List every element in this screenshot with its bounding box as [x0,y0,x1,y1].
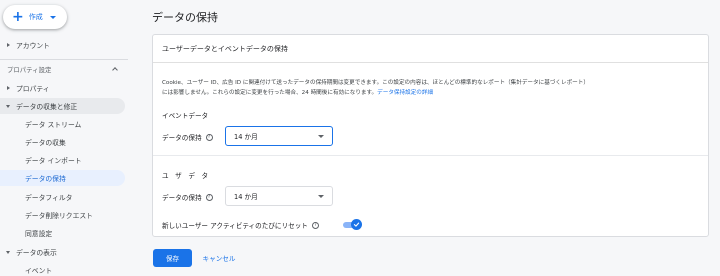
help-icon[interactable]: ? [205,193,213,201]
collapse-arrow-icon [6,250,10,254]
expand-arrow-icon [6,86,10,90]
check-icon [353,222,360,227]
sidebar-item-consent-settings[interactable]: 同意設定 [0,225,125,241]
dropdown-arrow-icon [318,134,324,138]
card-title: ユーザーデータとイベントデータの保持 [153,35,708,63]
reset-on-activity-label: 新しいユーザー アクティビティのたびにリセット ? [162,220,319,230]
help-icon[interactable]: ? [311,221,319,229]
collapse-arrow-icon [6,104,10,108]
user-retention-label: データの保持 ? [162,192,213,202]
sidebar-section-header[interactable]: プロパティ設定 [0,61,125,77]
event-data-heading: イベントデータ [162,112,209,120]
field-label-text: 新しいユーザー アクティビティのたびにリセット [162,222,308,230]
field-label-text: データの保持 [162,134,202,142]
create-button-label: 作成 [28,13,43,21]
sidebar-item-data-collection[interactable]: データの収集と修正 [0,98,125,114]
page-title: データの保持 [152,11,218,24]
sidebar-item-label: 同意設定 [25,230,53,238]
expand-arrow-icon [6,43,10,47]
sidebar-item-data-retention[interactable]: データの保持 [0,170,125,186]
sidebar-item-label: データの収集 [25,139,66,147]
dropdown-arrow-icon [318,194,324,198]
user-retention-select[interactable]: 14 か月 [225,186,333,206]
sidebar-item-data-deletion-requests[interactable]: データ削除リクエスト [0,207,125,223]
chevron-up-icon [112,67,118,73]
user-data-heading: ユ ザ デ タ [162,172,209,180]
sidebar-item-label: データの収集と修正 [16,103,78,111]
sidebar-item-data-import[interactable]: データ インポート [0,152,125,168]
select-value: 14 か月 [234,133,258,141]
description-line2: には影響しません。これらの設定に変更を行った場合、24 時間後に有効になります。 [162,89,378,96]
reset-on-activity-toggle[interactable] [343,219,362,230]
sidebar-item-label: データ削除リクエスト [25,212,93,220]
sidebar: + 作成 アカウント プロパティ設定 プロパティ データの収集と修正 データ ス… [0,0,130,276]
sidebar-item-label: データの保持 [25,175,66,183]
sidebar-item-data-streams[interactable]: データ ストリーム [0,116,125,132]
field-label-text: データの保持 [162,194,202,202]
event-retention-select[interactable]: 14 か月 [225,126,333,146]
sidebar-item-label: データ ストリーム [25,121,82,129]
create-button[interactable]: + 作成 [3,5,67,29]
sidebar-item-data-collection-sub[interactable]: データの収集 [0,134,125,150]
description: Cookie、ユーザー ID、広告 ID に関連付けて送ったデータの保持期間は変… [162,79,702,98]
sidebar-item-account[interactable]: アカウント [0,37,125,53]
sidebar-item-label: プロパティ [16,85,50,93]
toggle-knob [351,219,362,230]
save-button[interactable]: 保存 [153,249,192,267]
sidebar-item-label: イベント [25,267,53,275]
caret-down-icon [49,15,56,19]
sidebar-item-events[interactable]: イベント [0,262,125,276]
event-retention-label: データの保持 ? [162,132,213,142]
retention-card: ユーザーデータとイベントデータの保持 Cookie、ユーザー ID、広告 ID … [152,34,709,237]
section-divider [153,155,708,156]
sidebar-divider [0,59,128,60]
sidebar-item-label: アカウント [16,42,50,50]
retention-help-link[interactable]: データ保持設定の詳細 [377,90,433,96]
sidebar-item-data-display[interactable]: データの表示 [0,244,125,260]
select-value: 14 か月 [234,193,258,201]
sidebar-item-label: データの表示 [16,249,57,257]
sidebar-item-property[interactable]: プロパティ [0,80,125,96]
plus-icon: + [12,9,24,25]
help-icon[interactable]: ? [205,133,213,141]
cancel-button[interactable]: キャンセル [199,249,239,267]
description-line1: Cookie、ユーザー ID、広告 ID に関連付けて送ったデータの保持期間は変… [162,80,589,86]
sidebar-item-label: データフィルタ [25,194,73,202]
sidebar-item-data-filters[interactable]: データフィルタ [0,189,125,205]
section-label: プロパティ設定 [7,65,52,74]
sidebar-item-label: データ インポート [25,157,82,165]
